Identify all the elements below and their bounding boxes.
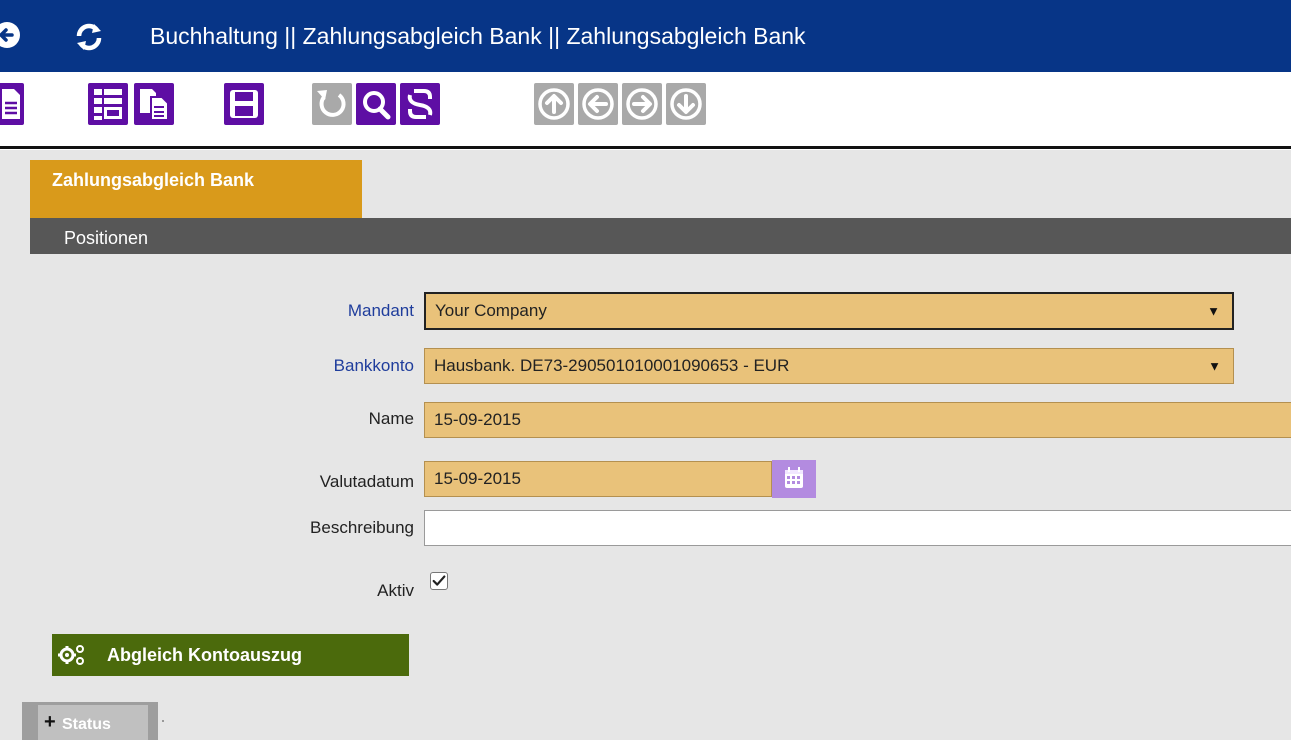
window-title: Buchhaltung || Zahlungsabgleich Bank || … [150,23,806,49]
circle-arrow-left-icon[interactable] [0,20,22,50]
name-value: 15-09-2015 [434,410,521,429]
arrow-left-icon[interactable] [578,83,618,125]
arrow-up-icon[interactable] [534,83,574,125]
tab-zahlungsabgleich-bank[interactable]: Zahlungsabgleich Bank [30,160,362,218]
calendar-icon [785,467,803,488]
expand-plus-icon: + [44,711,56,733]
title-bar: Buchhaltung || Zahlungsabgleich Bank || … [0,0,1291,72]
valutadatum-field[interactable]: 15-09-2015 [424,461,772,497]
dropdown-caret-icon: ▼ [1207,303,1220,319]
abgleich-kontoauszug-button[interactable]: Abgleich Kontoauszug [52,634,409,676]
grid-view-icon[interactable] [88,83,128,125]
tab-label: Zahlungsabgleich Bank [52,170,255,190]
bankkonto-value: Hausbank. DE73-290501010001090653 - EUR [434,356,790,375]
valutadatum-label: Valutadatum [319,472,414,491]
refresh-icon[interactable] [72,20,106,54]
save-icon[interactable] [224,83,264,125]
name-field[interactable]: 15-09-2015 [424,402,1291,438]
mandant-value: Your Company [435,301,547,320]
mandant-label: Mandant [347,301,414,320]
dropdown-caret-icon: ▼ [1208,358,1221,374]
bankkonto-label: Bankkonto [333,356,414,375]
toolbar [0,72,1291,150]
toolbar-divider [0,146,1291,149]
bankkonto-select[interactable]: Hausbank. DE73-290501010001090653 - EUR … [424,348,1234,384]
new-document-icon[interactable] [0,83,24,125]
beschreibung-field[interactable] [424,510,1291,546]
arrow-right-icon[interactable] [622,83,662,125]
status-section-toggle[interactable]: + Status [22,702,158,740]
divider-dot [162,720,164,722]
mandant-select[interactable]: Your Company ▼ [424,292,1234,330]
valutadatum-value: 15-09-2015 [434,469,521,488]
name-label: Name [368,409,414,428]
checkmark-icon [432,575,446,586]
subtab-label: Positionen [64,228,149,248]
search-icon[interactable] [356,83,396,125]
abgleich-label: Abgleich Kontoauszug [107,645,302,665]
arrow-down-icon[interactable] [666,83,706,125]
beschreibung-label: Beschreibung [310,518,414,537]
aktiv-checkbox[interactable] [430,572,448,590]
aktiv-label: Aktiv [377,581,414,600]
calendar-button[interactable] [772,460,816,498]
copy-document-icon[interactable] [134,83,174,125]
gears-icon [58,645,84,665]
link-icon[interactable] [400,83,440,125]
undo-icon[interactable] [312,83,352,125]
tab-positionen[interactable]: Positionen [30,218,1291,254]
status-label: Status [62,716,111,733]
